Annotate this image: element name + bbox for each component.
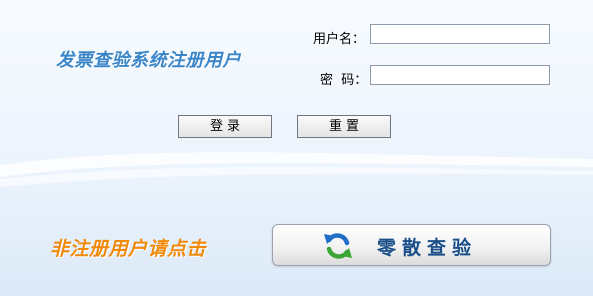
system-title: 发票查验系统注册用户 <box>56 50 241 71</box>
username-input[interactable] <box>370 24 550 44</box>
query-button[interactable]: 零散查验 <box>272 224 551 266</box>
password-input[interactable] <box>370 65 550 85</box>
password-label: 密 码： <box>320 73 368 88</box>
reset-button[interactable]: 重置 <box>297 115 391 138</box>
query-button-label: 零散查验 <box>377 237 478 259</box>
login-panel: 发票查验系统注册用户 用户名： 密 码： 登录 重置 非注册用户请点击 零散查验 <box>0 0 593 296</box>
background-swoosh <box>0 152 593 187</box>
username-label: 用户名： <box>313 32 366 47</box>
login-button[interactable]: 登录 <box>178 115 272 138</box>
refresh-arrows-icon <box>324 233 352 259</box>
guest-notice: 非注册用户请点击 <box>50 238 207 260</box>
